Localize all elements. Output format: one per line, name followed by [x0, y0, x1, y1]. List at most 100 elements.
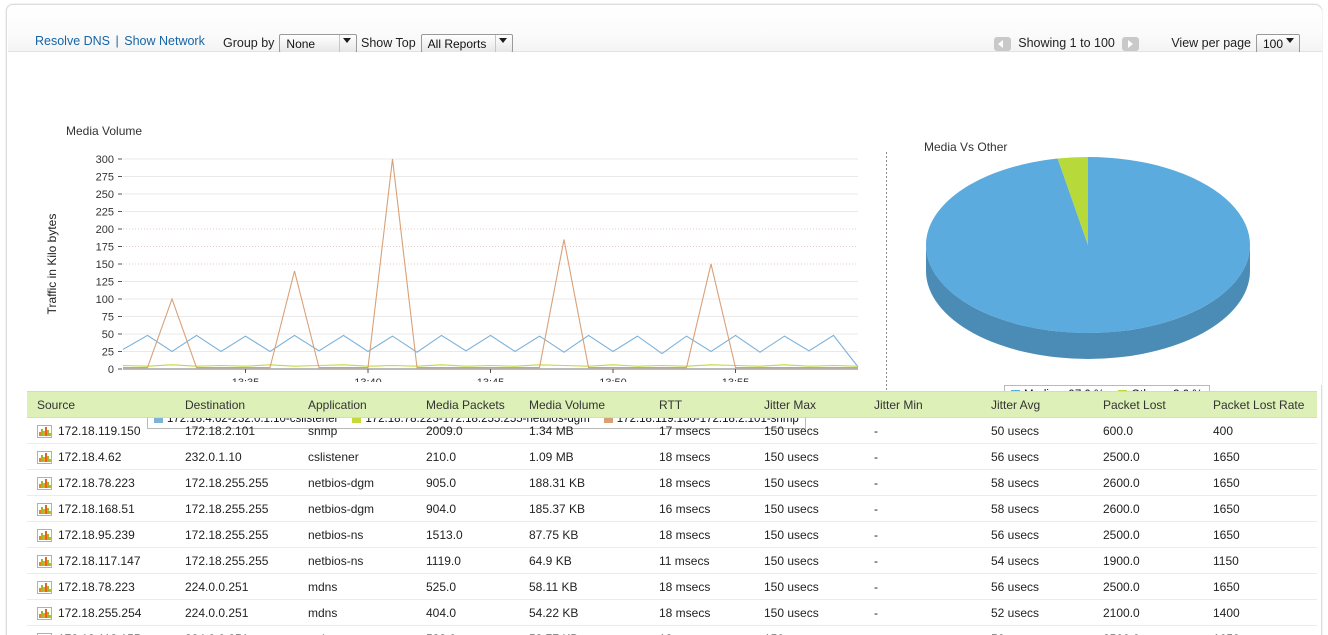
cell-media-volume: 58.11 KB — [519, 574, 649, 600]
column-header-jitter-min[interactable]: Jitter Min — [864, 392, 981, 418]
bar-chart-icon[interactable] — [37, 529, 52, 542]
cell-jitter-min: - — [864, 522, 981, 548]
cell-packet-lost-rate: 400 — [1203, 418, 1317, 444]
column-header-source[interactable]: Source — [27, 392, 175, 418]
column-header-application[interactable]: Application — [298, 392, 416, 418]
select-divider — [339, 35, 340, 52]
chevron-down-icon — [499, 38, 507, 43]
show-top-value: All Reports — [428, 37, 487, 51]
cell-packet-lost-rate: 1650 — [1203, 470, 1317, 496]
prev-page-button[interactable] — [994, 37, 1011, 51]
table-row: 172.18.168.51172.18.255.255netbios-dgm90… — [27, 496, 1317, 522]
column-header-jitter-avg[interactable]: Jitter Avg — [981, 392, 1093, 418]
toolbar-links: Resolve DNS | Show Network — [35, 34, 205, 48]
cell-media-packets: 904.0 — [416, 496, 519, 522]
source-ip-text: 172.18.95.239 — [58, 528, 135, 542]
cell-packet-lost-rate: 1650 — [1203, 522, 1317, 548]
cell-rtt: 18 msecs — [649, 600, 754, 626]
cell-jitter-max: 150 usecs — [754, 626, 864, 635]
table-row: 172.18.78.223224.0.0.251mdns525.058.11 K… — [27, 574, 1317, 600]
source-ip-text: 172.18.78.223 — [58, 476, 135, 490]
resolve-dns-link[interactable]: Resolve DNS — [35, 34, 110, 48]
bar-chart-icon[interactable] — [37, 503, 52, 516]
svg-text:250: 250 — [96, 189, 114, 201]
cell-jitter-min: - — [864, 418, 981, 444]
svg-text:0: 0 — [108, 364, 114, 376]
cell-destination: 224.0.0.251 — [175, 600, 298, 626]
column-header-media-packets[interactable]: Media Packets — [416, 392, 519, 418]
svg-text:13:55: 13:55 — [722, 377, 750, 382]
cell-rtt: 18 msecs — [649, 574, 754, 600]
source-ip-text: 172.18.255.254 — [58, 606, 141, 620]
cell-source: 172.18.95.239 — [27, 522, 175, 548]
svg-text:300: 300 — [96, 154, 114, 166]
column-header-media-volume[interactable]: Media Volume — [519, 392, 649, 418]
show-network-link[interactable]: Show Network — [124, 34, 205, 48]
cell-application: netbios-ns — [298, 548, 416, 574]
next-page-button[interactable] — [1122, 37, 1139, 51]
bar-chart-icon[interactable] — [37, 477, 52, 490]
cell-media-volume: 54.22 KB — [519, 600, 649, 626]
cell-packet-lost: 2500.0 — [1093, 522, 1203, 548]
cell-source: 172.18.255.254 — [27, 600, 175, 626]
svg-text:50: 50 — [102, 329, 114, 341]
cell-media-packets: 533.0 — [416, 626, 519, 635]
column-header-packet-lost[interactable]: Packet Lost — [1093, 392, 1203, 418]
svg-text:200: 200 — [96, 224, 114, 236]
group-by-select[interactable]: None — [279, 34, 357, 53]
cell-packet-lost-rate: 1650 — [1203, 444, 1317, 470]
column-header-jitter-max[interactable]: Jitter Max — [754, 392, 864, 418]
bar-chart-icon[interactable] — [37, 555, 52, 568]
show-top-label: Show Top — [361, 36, 416, 50]
cell-media-volume: 64.9 KB — [519, 548, 649, 574]
show-top-control: Show Top All Reports — [361, 34, 513, 53]
cell-destination: 172.18.255.255 — [175, 496, 298, 522]
svg-text:Traffic in Kilo bytes: Traffic in Kilo bytes — [45, 214, 59, 315]
bar-chart-icon[interactable] — [37, 425, 52, 438]
svg-text:275: 275 — [96, 172, 114, 184]
view-per-page-select[interactable]: 100 — [1256, 34, 1300, 53]
cell-jitter-max: 150 usecs — [754, 548, 864, 574]
cell-media-packets: 210.0 — [416, 444, 519, 470]
cell-application: netbios-dgm — [298, 496, 416, 522]
group-by-control: Group byNone — [223, 34, 357, 53]
cell-jitter-avg: 50 usecs — [981, 418, 1093, 444]
column-header-destination[interactable]: Destination — [175, 392, 298, 418]
cell-destination: 172.18.255.255 — [175, 548, 298, 574]
cell-application: netbios-dgm — [298, 470, 416, 496]
cell-media-volume: 185.37 KB — [519, 496, 649, 522]
show-top-select[interactable]: All Reports — [421, 34, 513, 53]
column-header-packet-lost-rate[interactable]: Packet Lost Rate — [1203, 392, 1317, 418]
cell-packet-lost: 2600.0 — [1093, 496, 1203, 522]
cell-packet-lost: 2500.0 — [1093, 626, 1203, 635]
cell-jitter-min: - — [864, 600, 981, 626]
cell-media-packets: 1119.0 — [416, 548, 519, 574]
table-row: 172.18.78.223172.18.255.255netbios-dgm90… — [27, 470, 1317, 496]
cell-media-volume: 53.77 KB — [519, 626, 649, 635]
cell-application: snmp — [298, 418, 416, 444]
cell-media-volume: 188.31 KB — [519, 470, 649, 496]
cell-rtt: 11 msecs — [649, 548, 754, 574]
bar-chart-icon[interactable] — [37, 451, 52, 464]
cell-packet-lost: 2100.0 — [1093, 600, 1203, 626]
cell-jitter-avg: 58 usecs — [981, 496, 1093, 522]
column-header-rtt[interactable]: RTT — [649, 392, 754, 418]
cell-packet-lost-rate: 1400 — [1203, 600, 1317, 626]
cell-jitter-avg: 56 usecs — [981, 626, 1093, 635]
group-by-value: None — [286, 37, 315, 51]
cell-source: 172.18.78.223 — [27, 574, 175, 600]
cell-jitter-max: 150 usecs — [754, 418, 864, 444]
bar-chart-icon[interactable] — [37, 581, 52, 594]
cell-jitter-min: - — [864, 496, 981, 522]
cell-media-packets: 905.0 — [416, 470, 519, 496]
bar-chart-icon[interactable] — [37, 607, 52, 620]
table-row: 172.18.255.254224.0.0.251mdns404.054.22 … — [27, 600, 1317, 626]
cell-packet-lost-rate: 1150 — [1203, 548, 1317, 574]
results-table: SourceDestinationApplicationMedia Packet… — [27, 391, 1317, 635]
cell-jitter-avg: 56 usecs — [981, 574, 1093, 600]
cell-jitter-min: - — [864, 470, 981, 496]
cell-application: netbios-ns — [298, 522, 416, 548]
cell-media-volume: 87.75 KB — [519, 522, 649, 548]
cell-packet-lost-rate: 1650 — [1203, 496, 1317, 522]
chevron-down-icon — [1286, 38, 1294, 43]
